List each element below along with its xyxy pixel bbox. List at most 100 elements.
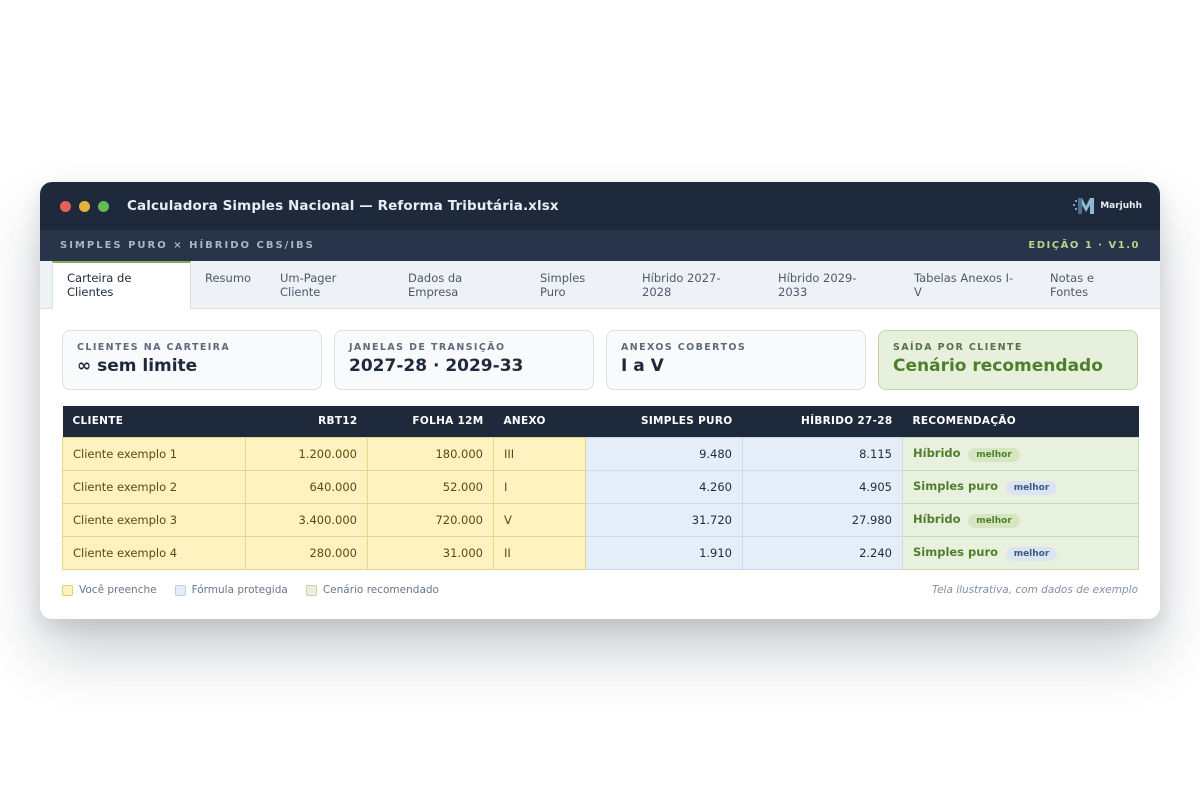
sub-header: SIMPLES PURO × HÍBRIDO CBS/IBS EDIÇÃO 1 … [40,230,1160,261]
best-badge: melhor [1005,480,1058,495]
tab-label: Híbrido 2027- [642,271,721,285]
legend-label: Fórmula protegida [191,584,288,596]
cell-hibrido[interactable]: 2.240 [742,535,903,570]
tab-tabelas-anexos[interactable]: Tabelas Anexos I- V [900,261,1036,308]
cell-recomendacao[interactable]: Simples puro melhor [902,469,1139,504]
tab-dados-da-empresa[interactable]: Dados da Empresa [394,261,526,308]
cell-cliente[interactable]: Cliente exemplo 3 [62,502,246,537]
tab-label: 2033 [778,285,808,299]
clients-table: CLIENTE RBT12 FOLHA 12M ANEXO SIMPLES PU… [62,406,1139,570]
tab-label: Carteira de [67,271,132,285]
legend-item-input: Você preenche [62,584,157,596]
card-label: JANELAS DE TRANSIÇÃO [349,342,506,353]
tab-label: Híbrido 2029- [778,271,857,285]
summary-cards: CLIENTES NA CARTEIRA ∞ sem limite JANELA… [62,330,1138,390]
cell-simples-puro[interactable]: 4.260 [585,469,743,504]
cell-rbt12[interactable]: 640.000 [245,469,368,504]
close-button[interactable] [60,200,71,212]
best-badge: melhor [968,447,1020,462]
cell-simples-puro[interactable]: 1.910 [585,535,743,570]
recommendation-text: Híbrido [913,511,961,526]
cell-hibrido[interactable]: 4.905 [742,469,903,504]
header-hibrido-27-28[interactable]: HÍBRIDO 27-28 [742,406,903,437]
cell-cliente[interactable]: Cliente exemplo 1 [62,436,246,471]
tab-resumo[interactable]: Resumo [191,261,266,308]
cell-anexo[interactable]: II [493,535,586,570]
header-anexo[interactable]: ANEXO [493,406,586,437]
cell-anexo[interactable]: III [493,436,586,471]
cell-cliente[interactable]: Cliente exemplo 2 [62,469,246,504]
tab-label: Cliente [280,285,321,299]
card-label: CLIENTES NA CARTEIRA [77,342,231,353]
tab-label: V [914,285,922,299]
sheet-tabs: Carteira de Clientes Resumo Um-Pager Cli… [40,261,1160,309]
cell-hibrido[interactable]: 27.980 [742,502,903,537]
tab-hibrido-2029-2033[interactable]: Híbrido 2029- 2033 [764,261,900,308]
tab-label: Empresa [408,285,459,299]
tab-label: Puro [540,285,566,299]
legend-label: Você preenche [79,584,157,596]
card-value: I a V [621,356,664,376]
title-bar: Calculadora Simples Nacional — Reforma T… [40,182,1160,230]
header-recomendacao[interactable]: RECOMENDAÇÃO [902,406,1139,437]
table-row: Cliente exemplo 4 280.000 31.000 II 1.91… [62,535,1139,570]
tab-simples-puro[interactable]: Simples Puro [526,261,628,308]
cell-recomendacao[interactable]: Híbrido melhor [902,502,1139,537]
card-clientes-na-carteira: CLIENTES NA CARTEIRA ∞ sem limite [62,330,322,390]
brand-name: Marjuhh [1100,201,1142,211]
tab-label: Tabelas Anexos I- [914,271,1014,285]
tab-hibrido-2027-2028[interactable]: Híbrido 2027- 2028 [628,261,764,308]
card-value: 2027-28 · 2029-33 [349,356,524,376]
cell-rbt12[interactable]: 3.400.000 [245,502,368,537]
maximize-button[interactable] [98,200,109,212]
tab-notas-e-fontes[interactable]: Notas e Fontes [1036,261,1126,308]
illustrative-note: Tela ilustrativa, com dados de exemplo [931,584,1138,596]
card-label: ANEXOS COBERTOS [621,342,747,353]
table-row: Cliente exemplo 1 1.200.000 180.000 III … [62,436,1139,471]
header-rbt12[interactable]: RBT12 [245,406,368,437]
tab-um-pager-cliente[interactable]: Um-Pager Cliente [266,261,394,308]
green-swatch-icon [305,584,317,596]
cell-folha[interactable]: 31.000 [367,535,494,570]
cell-folha[interactable]: 180.000 [367,436,494,471]
table-header-row: CLIENTE RBT12 FOLHA 12M ANEXO SIMPLES PU… [62,406,1139,437]
cell-anexo[interactable]: I [493,469,586,504]
yellow-swatch-icon [62,584,73,596]
cell-simples-puro[interactable]: 9.480 [585,436,743,471]
recommendation-text: Simples puro [913,544,999,559]
legend-item-recommended: Cenário recomendado [305,584,439,596]
cell-folha[interactable]: 52.000 [367,469,494,504]
cell-folha[interactable]: 720.000 [367,502,494,537]
cell-simples-puro[interactable]: 31.720 [585,502,743,537]
tab-carteira-de-clientes[interactable]: Carteira de Clientes [52,261,191,309]
minimize-button[interactable] [79,200,90,212]
recommendation-text: Simples puro [913,478,999,493]
edition-label: EDIÇÃO 1 · V1.0 [1028,240,1140,251]
tab-label: Clientes [67,285,114,299]
brand-logo: Marjuhh [1071,195,1142,217]
cell-recomendacao[interactable]: Simples puro melhor [902,535,1139,570]
tab-label: 2028 [642,285,672,299]
cell-cliente[interactable]: Cliente exemplo 4 [62,535,246,570]
cell-hibrido[interactable]: 8.115 [742,436,903,471]
cell-anexo[interactable]: V [493,502,586,537]
window-controls [60,200,109,212]
tab-label: Dados da [408,271,463,285]
card-saida-por-cliente: SAÍDA POR CLIENTE Cenário recomendado [878,330,1138,390]
window-title: Calculadora Simples Nacional — Reforma T… [127,198,559,214]
brand-mark-icon [1073,198,1095,214]
tab-label: Um-Pager [280,271,337,285]
cell-rbt12[interactable]: 1.200.000 [245,436,368,471]
header-simples-puro[interactable]: SIMPLES PURO [585,406,743,437]
cell-recomendacao[interactable]: Híbrido melhor [902,436,1139,471]
tab-label: Simples [540,271,586,285]
best-badge: melhor [968,513,1020,528]
card-value: ∞ sem limite [77,356,198,376]
cell-rbt12[interactable]: 280.000 [245,535,368,570]
header-folha-12m[interactable]: FOLHA 12M [367,406,494,437]
legend-label: Cenário recomendado [322,584,439,596]
header-cliente[interactable]: CLIENTE [62,406,246,437]
card-value: Cenário recomendado [893,356,1103,376]
tab-label: Resumo [205,271,252,285]
legend-item-formula: Fórmula protegida [174,584,288,596]
